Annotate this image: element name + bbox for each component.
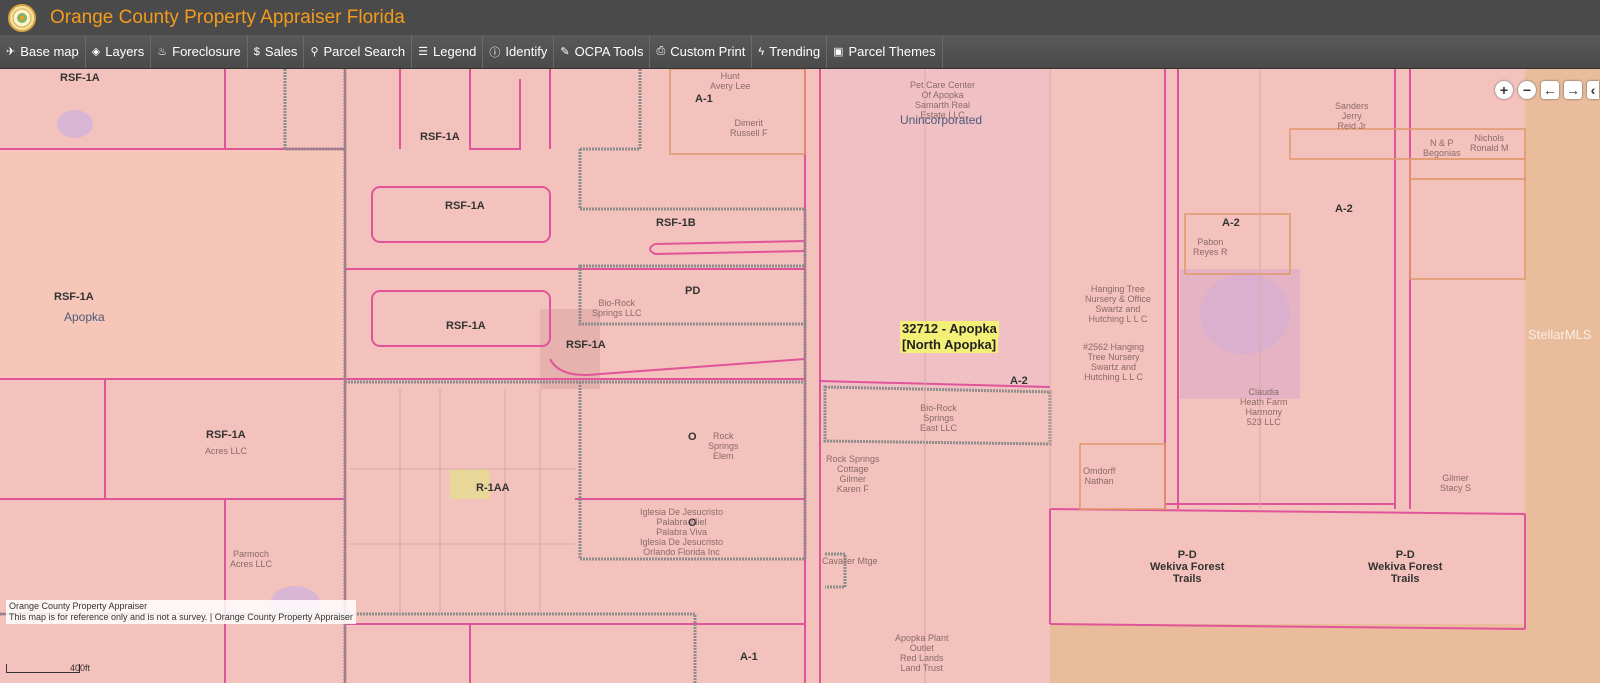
owner-label: Sanders Jerry Reid Jr [1335,101,1369,131]
owner-label: N & P Begonias [1423,138,1461,158]
owner-label: Iglesia De Jesucristo Palabra Miel Palabra… [640,507,724,557]
app-title: Orange County Property Appraiser Florida [50,6,405,28]
zoning-label: RSF-1A [54,291,94,303]
bare-land-south [1050,624,1600,683]
flame-icon: ♨ [157,46,168,58]
owner-label: Claudia Heath Farm Harmony 523 LLC [1240,387,1288,427]
zoning-label: RSF-1A [420,131,460,143]
identify-button[interactable]: ⓘ Identify [483,35,555,68]
zoning-label: A-2 [1222,217,1240,229]
zoning-label: O [688,431,697,443]
owner-label: Omdorff Nathan [1083,466,1116,486]
zip-code-label: 32712 - Apopka [900,321,999,337]
owner-label: Bio-Rock Springs LLC [592,298,642,318]
pond-3 [1200,274,1290,354]
parcel-search-button[interactable]: ⚲ Parcel Search [304,35,413,68]
owner-label: Hunt Avery Lee [710,71,751,91]
pan-right-button[interactable]: → [1564,81,1582,99]
zoning-label: A-1 [695,93,713,105]
zoning-label: RSF-1A [206,429,246,441]
layers-button[interactable]: ◈ Layers [86,35,152,68]
app-header: Orange County Property Appraiser Florida [0,0,1600,35]
zoning-label: PD [685,285,701,297]
owner-label: Acres LLC [205,446,248,456]
owner-label: Rock Springs Elem [708,431,739,461]
zoning-label: A-2 [1335,203,1353,215]
wrench-icon: ✎ [560,46,570,58]
watermark: StellarMLS [1528,327,1592,342]
owner-label: Nichols Ronald M [1470,133,1509,153]
zoning-label: RSF-1A [60,72,100,84]
pd-label: P-D Wekiva Forest Trails [1150,549,1225,585]
scale-label: 400ft [70,663,91,673]
owner-label: Parmoch Acres LLC [230,549,273,569]
plane-icon: ✈ [6,46,16,58]
zoning-label: RSF-1B [656,217,696,229]
owner-label: Dimerit Russell F [730,118,768,138]
main-toolbar: ✈ Base map ◈ Layers ♨ Foreclosure $ Sales ⚲ P… [0,35,1600,69]
zoning-label: RSF-1A [566,339,606,351]
info-icon: ⓘ [489,46,501,59]
owner-label: Pabon Reyes R [1193,237,1228,257]
pd-label: P-D Wekiva Forest Trails [1368,549,1443,585]
owner-label: Hanging Tree Nursery & Office Swartz and Hu… [1085,284,1151,324]
ocpa-seal-logo[interactable] [8,3,36,32]
image-icon: ▣ [833,46,844,58]
owner-label: Bio-Rock Springs East LLC [920,403,958,433]
search-icon: ⚲ [310,46,319,58]
zip-area-label: [North Apopka] [900,337,999,353]
custom-print-button[interactable]: ⎙ Custom Print [650,35,753,68]
map-graphics [0,69,1600,683]
field-west [0,149,345,379]
legend-button[interactable]: ☰ Legend [412,35,484,68]
zoom-in-button[interactable]: + [1495,81,1513,99]
scale-bar [6,664,80,673]
owner-label: Rock Springs Cottage Gilmer Karen F [826,454,880,494]
list-icon: ☰ [418,46,429,58]
owner-label: Apopka Plant Outlet Red Lands Land Trust [895,633,949,673]
parcel-themes-button[interactable]: ▣ Parcel Themes [827,35,943,68]
pond-1 [57,110,93,138]
basemap-button[interactable]: ✈ Base map [0,35,86,68]
zoning-label: A-1 [740,651,758,663]
zoom-out-button[interactable]: − [1518,81,1536,99]
ocpa-tools-button[interactable]: ✎ OCPA Tools [554,35,651,68]
layers-icon: ◈ [91,46,101,58]
zoning-label: A-2 [1010,375,1028,387]
foreclosure-button[interactable]: ♨ Foreclosure [151,35,248,68]
owner-label: #2562 Hanging Tree Nursery Swartz and Hutch… [1083,342,1145,382]
zoning-label: RSF-1A [445,200,485,212]
zoning-label: RSF-1A [446,320,486,332]
print-icon: ⎙ [656,45,666,57]
sales-button[interactable]: $ Sales [248,35,305,68]
bare-land-east [1525,69,1600,683]
pan-left-button[interactable]: ← [1541,81,1559,99]
owner-label: Cavalier Mtge [822,556,878,566]
dollar-icon: $ [253,45,260,58]
trending-button[interactable]: ϟ Trending [752,35,828,68]
place-label: Unincorporated [900,113,983,127]
place-label: Apopka [64,310,105,324]
owner-label: Gilmer Stacy S [1440,473,1472,493]
seal-icon [12,8,32,27]
zoning-label: R-1AA [476,482,510,494]
map-attribution: Orange County Property Appraiser This ma… [6,600,356,624]
map-canvas[interactable]: RSF-1A A-1 RSF-1A RSF-1A RSF-1B RSF-1A P… [0,69,1600,683]
bolt-icon: ϟ [758,45,765,58]
collapse-panel-button[interactable]: ‹ [1587,81,1599,99]
